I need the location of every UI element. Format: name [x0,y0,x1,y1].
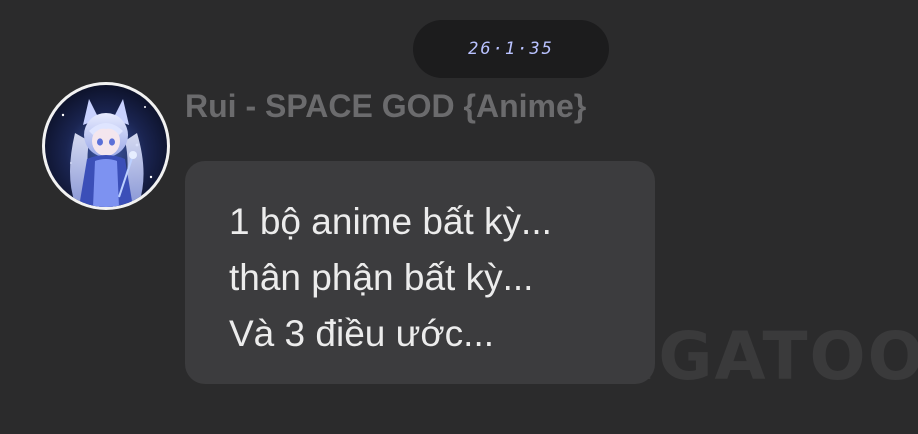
chat-screen: ANGATOO 26·1·35 Rui - SPACE GOD {Anime} … [0,0,918,434]
message-line-3: Và 3 điều ước... [229,313,494,354]
sender-name[interactable]: Rui - SPACE GOD {Anime} [185,88,586,125]
anime-girl-avatar-icon [45,85,167,207]
message-bubble[interactable]: 1 bộ anime bất kỳ... thân phận bất kỳ...… [185,161,655,384]
timestamp-pill: 26·1·35 [413,20,609,78]
avatar[interactable] [42,82,170,210]
message-line-1: 1 bộ anime bất kỳ... [229,201,552,242]
message-line-2: thân phận bất kỳ... [229,257,534,298]
timestamp-text: 26·1·35 [468,39,554,59]
